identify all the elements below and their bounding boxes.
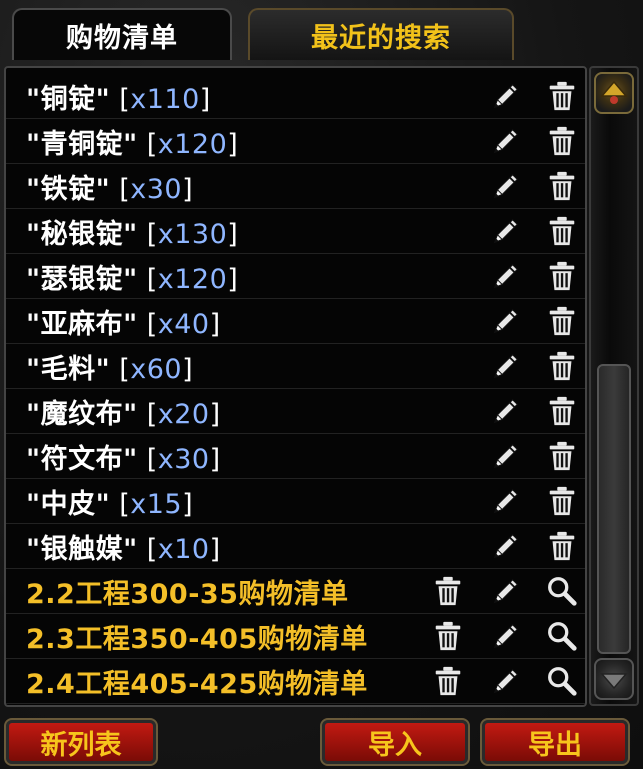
item-quantity: x20 — [157, 398, 210, 430]
item-row[interactable]: "毛料" [x60] — [6, 344, 585, 389]
pencil-icon[interactable] — [488, 663, 524, 699]
item-quantity: x120 — [157, 128, 228, 160]
item-name: "青铜锭" — [26, 128, 138, 160]
item-row[interactable]: "铜锭" [x110] — [6, 74, 585, 119]
pencil-icon[interactable] — [488, 78, 524, 114]
magnifier-icon[interactable] — [544, 573, 580, 609]
saved-list-row[interactable]: 2.3工程350-405购物清单 — [6, 614, 585, 659]
item-quantity: x120 — [157, 263, 228, 295]
item-name: "符文布" — [26, 443, 138, 475]
pencil-icon[interactable] — [488, 393, 524, 429]
trash-icon[interactable] — [544, 258, 580, 294]
item-name: "中皮" — [26, 488, 111, 520]
item-row[interactable]: "瑟银锭" [x120] — [6, 254, 585, 299]
pencil-icon[interactable] — [488, 213, 524, 249]
item-row[interactable]: "银触媒" [x10] — [6, 524, 585, 569]
item-quantity: x15 — [130, 488, 183, 520]
trash-icon[interactable] — [544, 123, 580, 159]
item-name: "秘银锭" — [26, 218, 138, 250]
scroll-up-button[interactable] — [594, 72, 634, 114]
item-row[interactable]: "中皮" [x15] — [6, 479, 585, 524]
trash-icon[interactable] — [430, 663, 466, 699]
pencil-icon[interactable] — [488, 438, 524, 474]
tab-shopping-list[interactable]: 购物清单 — [12, 8, 232, 60]
magnifier-icon[interactable] — [544, 663, 580, 699]
trash-icon[interactable] — [544, 78, 580, 114]
pencil-icon[interactable] — [488, 258, 524, 294]
item-name: "铜锭" — [26, 83, 111, 115]
item-name: "毛料" — [26, 353, 111, 385]
item-name: "银触媒" — [26, 533, 138, 565]
pencil-icon[interactable] — [488, 168, 524, 204]
item-quantity: x60 — [130, 353, 183, 385]
pencil-icon[interactable] — [488, 303, 524, 339]
item-name: "亚麻布" — [26, 308, 138, 340]
item-label: "魔纹布" [x20] — [26, 398, 221, 430]
item-quantity: x130 — [157, 218, 228, 250]
scroll-thumb[interactable] — [597, 364, 631, 654]
saved-list-row[interactable]: 2.4工程405-425购物清单 — [6, 659, 585, 704]
scroll-down-icon — [600, 673, 628, 690]
item-row[interactable]: "铁锭" [x30] — [6, 164, 585, 209]
item-quantity: x40 — [157, 308, 210, 340]
saved-list-row[interactable]: 2.2工程300-35购物清单 — [6, 569, 585, 614]
scroll-down-button[interactable] — [594, 658, 634, 700]
item-name: "瑟银锭" — [26, 263, 138, 295]
trash-icon[interactable] — [544, 348, 580, 384]
item-label: "青铜锭" [x120] — [26, 128, 239, 160]
saved-list-name: 2.3工程350-405购物清单 — [26, 623, 368, 655]
item-name: "铁锭" — [26, 173, 111, 205]
item-row[interactable]: "亚麻布" [x40] — [6, 299, 585, 344]
scrollbar[interactable] — [589, 66, 639, 706]
saved-list-name: 2.2工程300-35购物清单 — [26, 578, 349, 610]
shopping-list-panel: "铜锭" [x110] "青铜锭" [x120] "铁锭" [x30] "秘银锭" [… — [4, 66, 587, 707]
pencil-icon[interactable] — [488, 618, 524, 654]
import-button[interactable]: 导入 — [320, 718, 470, 766]
pencil-icon[interactable] — [488, 528, 524, 564]
item-row[interactable]: "魔纹布" [x20] — [6, 389, 585, 434]
pencil-icon[interactable] — [488, 483, 524, 519]
item-name: "魔纹布" — [26, 398, 138, 430]
trash-icon[interactable] — [544, 438, 580, 474]
pencil-icon[interactable] — [488, 123, 524, 159]
item-label: "符文布" [x30] — [26, 443, 221, 475]
export-button[interactable]: 导出 — [480, 718, 630, 766]
item-quantity: x30 — [130, 173, 183, 205]
trash-icon[interactable] — [430, 618, 466, 654]
item-row[interactable]: "符文布" [x30] — [6, 434, 585, 479]
item-label: "铁锭" [x30] — [26, 173, 194, 205]
item-label: "银触媒" [x10] — [26, 533, 221, 565]
scroll-up-icon — [600, 80, 628, 104]
item-label: "铜锭" [x110] — [26, 83, 211, 115]
item-label: "毛料" [x60] — [26, 353, 194, 385]
item-row[interactable]: "秘银锭" [x130] — [6, 209, 585, 254]
item-quantity: x110 — [130, 83, 200, 115]
pencil-icon[interactable] — [488, 348, 524, 384]
magnifier-icon[interactable] — [544, 618, 580, 654]
pencil-icon[interactable] — [488, 573, 524, 609]
trash-icon[interactable] — [544, 168, 580, 204]
item-label: "瑟银锭" [x120] — [26, 263, 239, 295]
saved-list-name: 2.4工程405-425购物清单 — [26, 668, 368, 700]
item-row[interactable]: "青铜锭" [x120] — [6, 119, 585, 164]
new-list-button[interactable]: 新列表 — [4, 718, 158, 766]
item-label: "亚麻布" [x40] — [26, 308, 221, 340]
trash-icon[interactable] — [544, 528, 580, 564]
item-quantity: x30 — [157, 443, 210, 475]
item-label: "秘银锭" [x130] — [26, 218, 239, 250]
tab-recent-searches[interactable]: 最近的搜索 — [248, 8, 514, 60]
item-label: "中皮" [x15] — [26, 488, 194, 520]
trash-icon[interactable] — [544, 483, 580, 519]
trash-icon[interactable] — [430, 573, 466, 609]
trash-icon[interactable] — [544, 303, 580, 339]
trash-icon[interactable] — [544, 393, 580, 429]
item-quantity: x10 — [157, 533, 210, 565]
trash-icon[interactable] — [544, 213, 580, 249]
